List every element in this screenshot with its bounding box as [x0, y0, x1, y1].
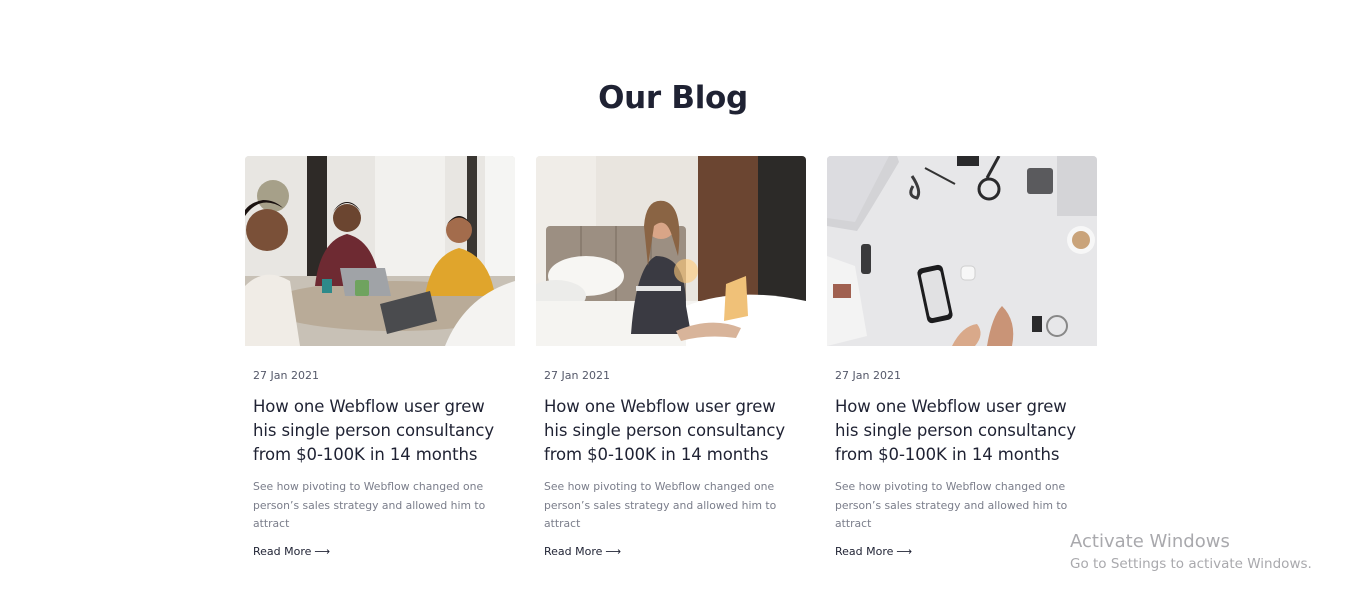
arrow-right-icon: ⟶	[896, 544, 913, 558]
post-date: 27 Jan 2021	[253, 369, 319, 382]
read-more-label: Read More	[544, 544, 603, 558]
woman-laptop-bed-photo	[536, 156, 806, 346]
section-title: Our Blog	[598, 80, 748, 116]
blog-card[interactable]: 27 Jan 2021 How one Webflow user grew hi…	[245, 156, 515, 560]
windows-activation-watermark: Activate Windows Go to Settings to activ…	[1070, 531, 1312, 572]
read-more-link[interactable]: Read More ⟶	[835, 545, 912, 558]
watermark-subtitle: Go to Settings to activate Windows.	[1070, 556, 1312, 572]
post-title[interactable]: How one Webflow user grew his single per…	[253, 395, 507, 467]
blog-card[interactable]: 27 Jan 2021 How one Webflow user grew hi…	[536, 156, 806, 560]
blog-card-image[interactable]	[536, 156, 806, 346]
post-title[interactable]: How one Webflow user grew his single per…	[835, 395, 1089, 467]
watermark-title: Activate Windows	[1070, 531, 1230, 552]
post-excerpt: See how pivoting to Webflow changed one …	[835, 480, 1068, 530]
read-more-label: Read More	[253, 544, 312, 558]
post-date: 27 Jan 2021	[544, 369, 610, 382]
post-excerpt: See how pivoting to Webflow changed one …	[253, 480, 486, 530]
arrow-right-icon: ⟶	[605, 544, 622, 558]
desk-flatlay-photo	[827, 156, 1097, 346]
blog-card-image[interactable]	[827, 156, 1097, 346]
post-date: 27 Jan 2021	[835, 369, 901, 382]
read-more-label: Read More	[835, 544, 894, 558]
blog-card[interactable]: 27 Jan 2021 How one Webflow user grew hi…	[827, 156, 1097, 560]
read-more-link[interactable]: Read More ⟶	[253, 545, 330, 558]
team-meeting-photo	[245, 156, 515, 346]
read-more-link[interactable]: Read More ⟶	[544, 545, 621, 558]
post-excerpt: See how pivoting to Webflow changed one …	[544, 480, 777, 530]
post-title[interactable]: How one Webflow user grew his single per…	[544, 395, 798, 467]
arrow-right-icon: ⟶	[314, 544, 331, 558]
blog-card-image[interactable]	[245, 156, 515, 346]
